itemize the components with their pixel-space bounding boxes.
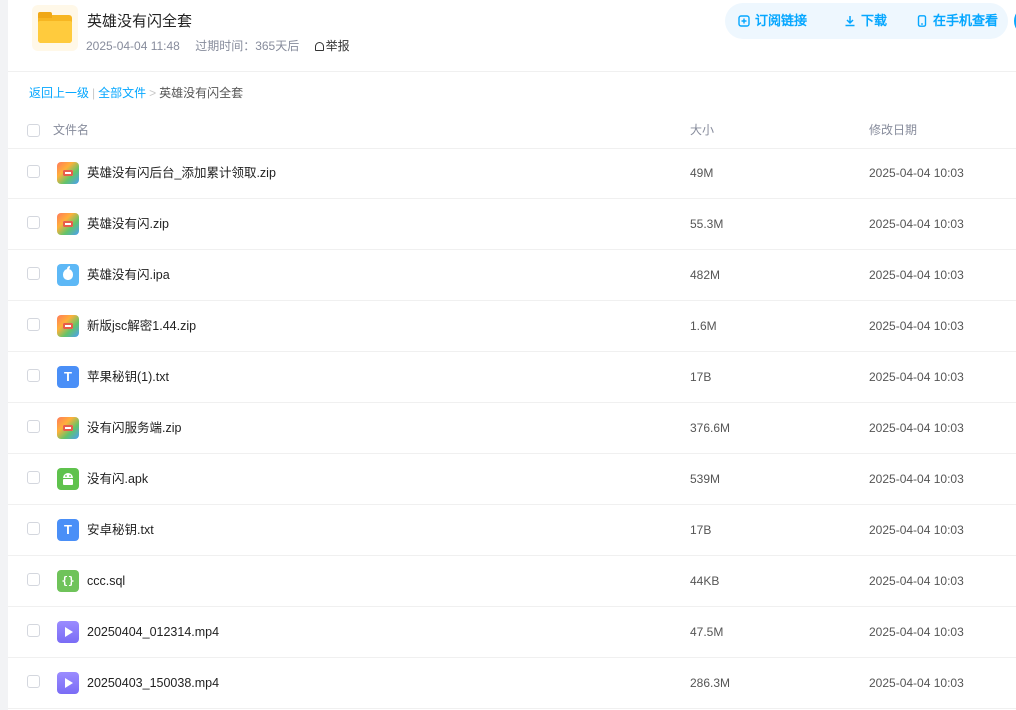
file-name[interactable]: 英雄没有闪.ipa	[87, 250, 170, 300]
file-row[interactable]: 英雄没有闪后台_添加累计领取.zip 49M 2025-04-04 10:03	[8, 148, 1016, 199]
select-all-checkbox[interactable]	[27, 124, 40, 137]
file-checkbox[interactable]	[27, 267, 40, 280]
file-size: 376.6M	[690, 421, 731, 435]
file-date: 2025-04-04 10:03	[869, 421, 964, 435]
file-name[interactable]: 20250404_012314.mp4	[87, 607, 219, 657]
file-row[interactable]: 英雄没有闪.ipa 482M 2025-04-04 10:03	[8, 250, 1016, 301]
zip-icon	[57, 162, 79, 184]
report-icon	[314, 42, 324, 51]
zip-icon	[57, 417, 79, 439]
file-name[interactable]: 苹果秘钥(1).txt	[87, 352, 169, 402]
file-checkbox[interactable]	[27, 165, 40, 178]
download-button[interactable]: 下载	[844, 3, 887, 39]
txt-icon: T	[57, 519, 79, 541]
file-checkbox[interactable]	[27, 522, 40, 535]
subscribe-label: 订阅链接	[755, 13, 808, 28]
ipa-icon	[57, 264, 79, 286]
file-date: 2025-04-04 10:03	[869, 625, 964, 639]
column-size[interactable]: 大小	[690, 112, 714, 148]
file-date: 2025-04-04 10:03	[869, 676, 964, 690]
file-date: 2025-04-04 10:03	[869, 166, 964, 180]
sql-icon: {}	[57, 570, 79, 592]
file-size: 49M	[690, 166, 714, 180]
file-date: 2025-04-04 10:03	[869, 268, 964, 282]
breadcrumb-arrow: >	[149, 86, 157, 100]
report-button[interactable]: 举报	[314, 39, 350, 53]
file-name[interactable]: 20250403_150038.mp4	[87, 658, 219, 708]
share-meta: 2025-04-04 11:48 过期时间：365天后 举报	[86, 37, 350, 54]
file-row[interactable]: 20250403_150038.mp4 286.3M 2025-04-04 10:0…	[8, 658, 1016, 709]
file-date: 2025-04-04 10:03	[869, 217, 964, 231]
video-icon	[57, 621, 79, 643]
table-header: 文件名 大小 修改日期	[8, 112, 1016, 149]
file-checkbox[interactable]	[27, 573, 40, 586]
file-name[interactable]: 安卓秘钥.txt	[87, 505, 154, 555]
download-label: 下载	[861, 13, 888, 28]
file-size: 55.3M	[690, 217, 724, 231]
all-files-link[interactable]: 全部文件	[98, 86, 146, 100]
subscribe-link-button[interactable]: 订阅链接	[738, 3, 807, 39]
file-date: 2025-04-04 10:03	[869, 370, 964, 384]
file-date: 2025-04-04 10:03	[869, 319, 964, 333]
file-date: 2025-04-04 10:03	[869, 472, 964, 486]
file-checkbox[interactable]	[27, 318, 40, 331]
file-row[interactable]: 20250404_012314.mp4 47.5M 2025-04-04 10:03	[8, 607, 1016, 658]
file-size: 17B	[690, 523, 712, 537]
file-row[interactable]: {} ccc.sql 44KB 2025-04-04 10:03	[8, 556, 1016, 607]
back-up-link[interactable]: 返回上一级	[29, 86, 89, 100]
file-checkbox[interactable]	[27, 471, 40, 484]
video-icon	[57, 672, 79, 694]
file-checkbox[interactable]	[27, 420, 40, 433]
file-name[interactable]: 没有闪.apk	[87, 454, 148, 504]
apk-icon	[57, 468, 79, 490]
breadcrumb-separator: |	[92, 86, 96, 100]
file-size: 47.5M	[690, 625, 724, 639]
file-date: 2025-04-04 10:03	[869, 523, 964, 537]
file-name[interactable]: 英雄没有闪.zip	[87, 199, 169, 249]
file-row[interactable]: 英雄没有闪.zip 55.3M 2025-04-04 10:03	[8, 199, 1016, 250]
download-icon	[845, 16, 855, 27]
header-divider	[8, 71, 1016, 72]
action-bar: 订阅链接 下载 在手机查看	[725, 3, 1008, 39]
file-row[interactable]: 没有闪.apk 539M 2025-04-04 10:03	[8, 454, 1016, 505]
file-name[interactable]: 没有闪服务端.zip	[87, 403, 181, 453]
share-title: 英雄没有闪全套	[87, 13, 193, 30]
file-row[interactable]: T 苹果秘钥(1).txt 17B 2025-04-04 10:03	[8, 352, 1016, 403]
file-name[interactable]: 新版jsc解密1.44.zip	[87, 301, 196, 351]
report-label: 举报	[325, 39, 350, 53]
mobile-label: 在手机查看	[933, 13, 999, 28]
column-date[interactable]: 修改日期	[869, 112, 917, 148]
txt-icon: T	[57, 366, 79, 388]
file-checkbox[interactable]	[27, 369, 40, 382]
file-row[interactable]: 没有闪服务端.zip 376.6M 2025-04-04 10:03	[8, 403, 1016, 454]
subscribe-icon	[738, 15, 750, 27]
zip-icon	[57, 213, 79, 235]
phone-icon	[917, 15, 927, 27]
share-panel: 英雄没有闪全套 2025-04-04 11:48 过期时间：365天后 举报 订…	[8, 0, 1016, 710]
file-date: 2025-04-04 10:03	[869, 574, 964, 588]
file-name[interactable]: ccc.sql	[87, 556, 125, 606]
file-size: 539M	[690, 472, 721, 486]
breadcrumb: 返回上一级 | 全部文件 > 英雄没有闪全套	[29, 84, 243, 101]
breadcrumb-current: 英雄没有闪全套	[159, 86, 244, 100]
created-time: 2025-04-04 11:48	[86, 39, 180, 53]
file-size: 1.6M	[690, 319, 717, 333]
folder-icon	[32, 5, 78, 51]
file-list: 英雄没有闪后台_添加累计领取.zip 49M 2025-04-04 10:03 英雄没…	[8, 148, 1016, 709]
expire-time: 过期时间：365天后	[195, 39, 300, 53]
file-checkbox[interactable]	[27, 675, 40, 688]
zip-icon	[57, 315, 79, 337]
file-size: 17B	[690, 370, 712, 384]
file-size: 482M	[690, 268, 721, 282]
file-checkbox[interactable]	[27, 624, 40, 637]
file-name[interactable]: 英雄没有闪后台_添加累计领取.zip	[87, 148, 276, 198]
view-on-phone-button[interactable]: 在手机查看	[916, 3, 998, 39]
file-checkbox[interactable]	[27, 216, 40, 229]
file-size: 286.3M	[690, 676, 731, 690]
file-size: 44KB	[690, 574, 720, 588]
file-row[interactable]: T 安卓秘钥.txt 17B 2025-04-04 10:03	[8, 505, 1016, 556]
column-name[interactable]: 文件名	[53, 112, 89, 148]
file-row[interactable]: 新版jsc解密1.44.zip 1.6M 2025-04-04 10:03	[8, 301, 1016, 352]
